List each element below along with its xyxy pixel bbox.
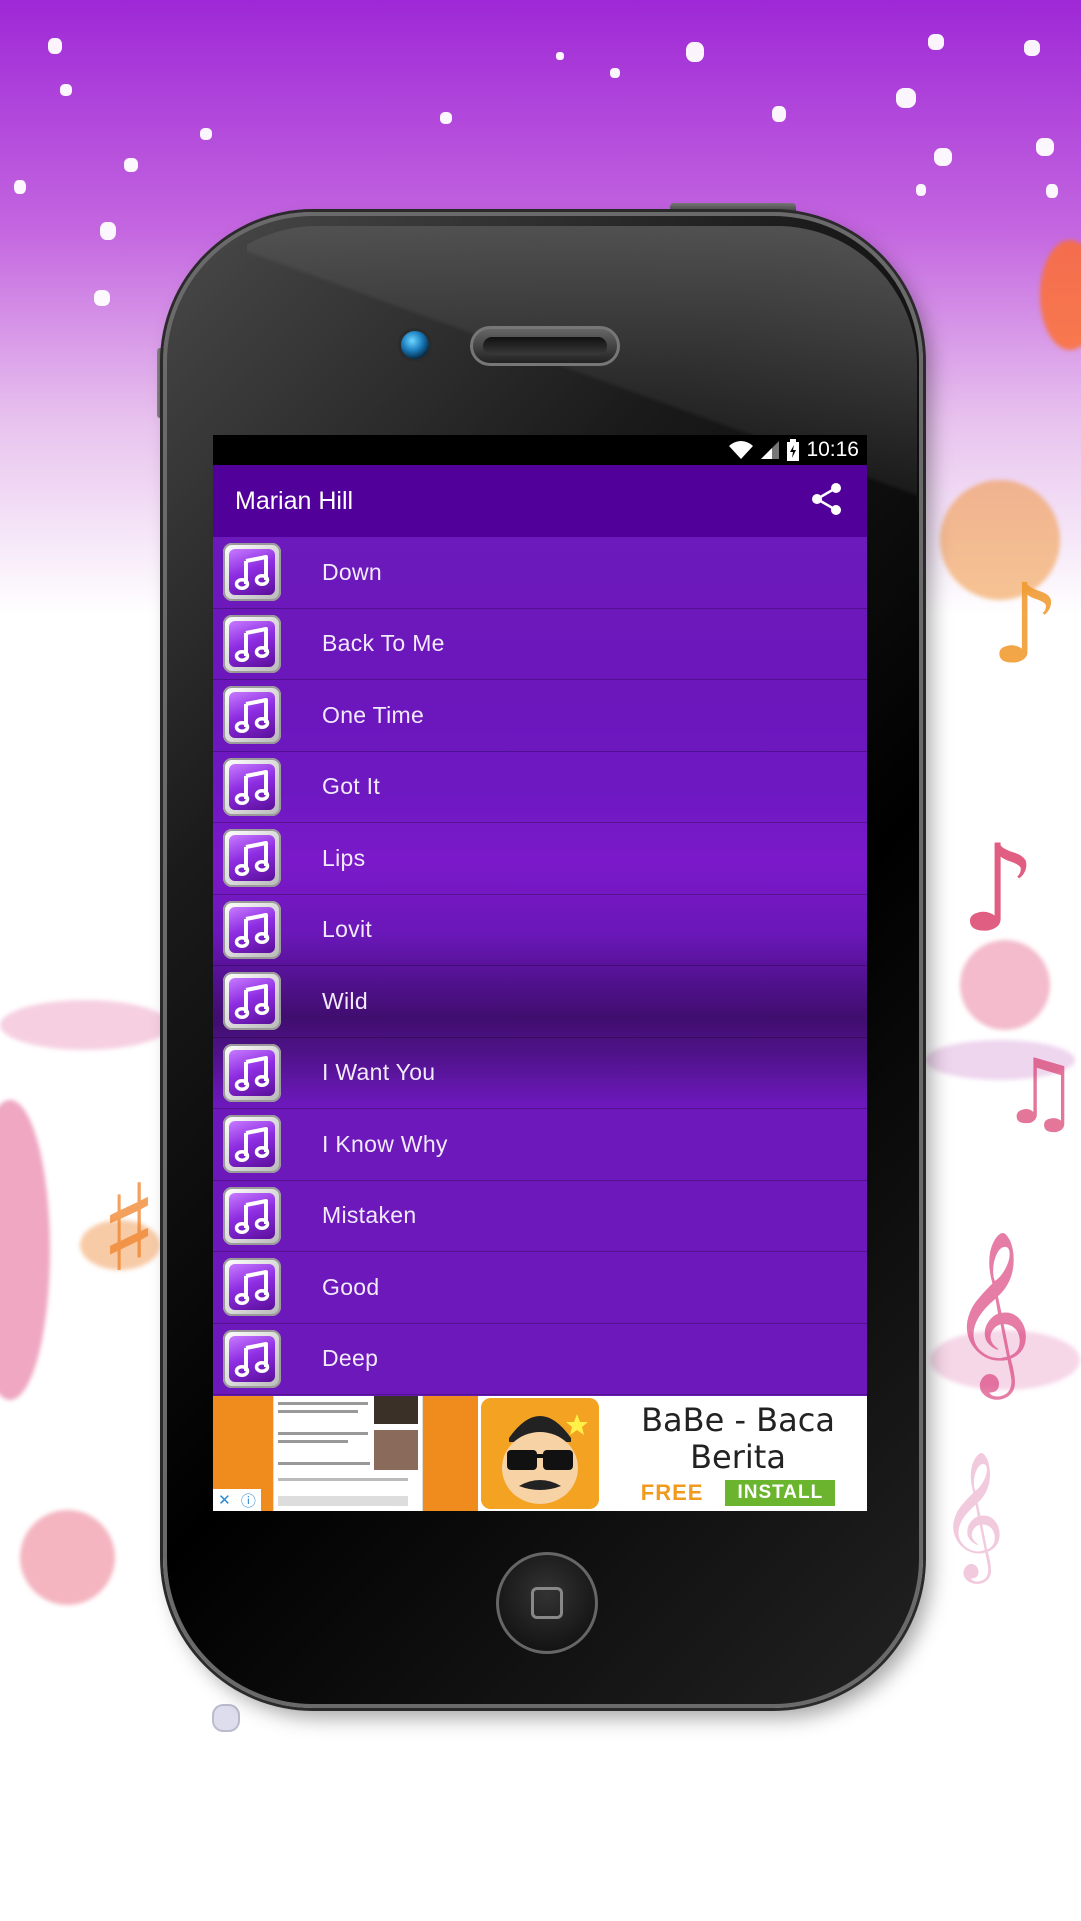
ad-app-icon — [481, 1398, 599, 1509]
app-title: Marian Hill — [235, 486, 354, 515]
phone-speaker — [470, 326, 620, 366]
song-title: Wild — [322, 987, 368, 1014]
song-title: Deep — [322, 1345, 379, 1372]
music-note-icon — [223, 1186, 281, 1245]
app-screen: 10:16 Marian Hill Down Back To Me One Time… — [213, 435, 867, 1511]
music-note-icon — [223, 1043, 281, 1102]
song-title: Good — [322, 1273, 380, 1300]
ad-close-icon[interactable]: ✕ — [218, 1491, 231, 1509]
music-note-icon — [223, 1329, 281, 1388]
phone-camera — [398, 328, 432, 362]
signal-icon — [760, 440, 780, 460]
song-title: Down — [322, 558, 383, 585]
list-item[interactable]: Lovit — [213, 894, 867, 966]
song-title: One Time — [322, 701, 425, 728]
ad-controls[interactable]: ✕ ⓘ — [213, 1489, 261, 1511]
song-title: Lips — [322, 844, 366, 871]
ad-price: FREE — [640, 1480, 704, 1505]
share-icon — [809, 481, 845, 522]
list-item[interactable]: Down — [213, 537, 867, 609]
song-title: I Know Why — [322, 1130, 448, 1157]
song-title: Got It — [322, 773, 381, 800]
list-item[interactable]: Good — [213, 1252, 867, 1324]
song-title: I Want You — [322, 1059, 436, 1086]
share-button[interactable] — [807, 481, 847, 521]
ad-content: BaBe - Baca Berita FREE INSTALL — [613, 1402, 863, 1506]
list-item[interactable]: I Know Why — [213, 1109, 867, 1181]
list-item[interactable]: Deep — [213, 1323, 867, 1395]
music-note-icon — [223, 543, 281, 602]
song-title: Mistaken — [322, 1202, 417, 1229]
ad-app-screenshot — [273, 1396, 423, 1511]
home-button[interactable] — [496, 1552, 598, 1654]
music-note-icon — [223, 1115, 281, 1174]
music-note-icon — [223, 757, 281, 816]
song-title: Back To Me — [322, 630, 445, 657]
ad-banner[interactable]: ✕ ⓘ BaBe - Baca Berita FREE INSTALL — [213, 1396, 867, 1511]
list-item[interactable]: I Want You — [213, 1037, 867, 1109]
music-note-icon — [223, 1258, 281, 1317]
battery-icon — [786, 439, 800, 461]
music-note-icon — [223, 829, 281, 888]
ad-install-button[interactable]: INSTALL — [725, 1480, 836, 1506]
list-item[interactable]: Got It — [213, 751, 867, 823]
status-bar: 10:16 — [213, 435, 867, 465]
ad-screenshot-area: ✕ ⓘ — [213, 1396, 478, 1511]
status-time: 10:16 — [806, 438, 859, 461]
song-list[interactable]: Down Back To Me One Time Got It Lips Lovit Wil… — [213, 537, 867, 1396]
list-item[interactable]: Wild — [213, 966, 867, 1038]
ad-app-name: BaBe - Baca Berita — [641, 1401, 835, 1476]
ad-info-icon[interactable]: ⓘ — [241, 1490, 256, 1511]
song-title: Lovit — [322, 916, 373, 943]
list-item[interactable]: Mistaken — [213, 1180, 867, 1252]
app-bar: Marian Hill — [213, 465, 867, 537]
wifi-icon — [728, 440, 754, 460]
list-item[interactable]: Lips — [213, 823, 867, 895]
music-note-icon — [223, 686, 281, 745]
music-note-icon — [223, 614, 281, 673]
list-item[interactable]: Back To Me — [213, 608, 867, 680]
music-note-icon — [223, 972, 281, 1031]
list-item[interactable]: One Time — [213, 680, 867, 752]
music-note-icon — [223, 900, 281, 959]
